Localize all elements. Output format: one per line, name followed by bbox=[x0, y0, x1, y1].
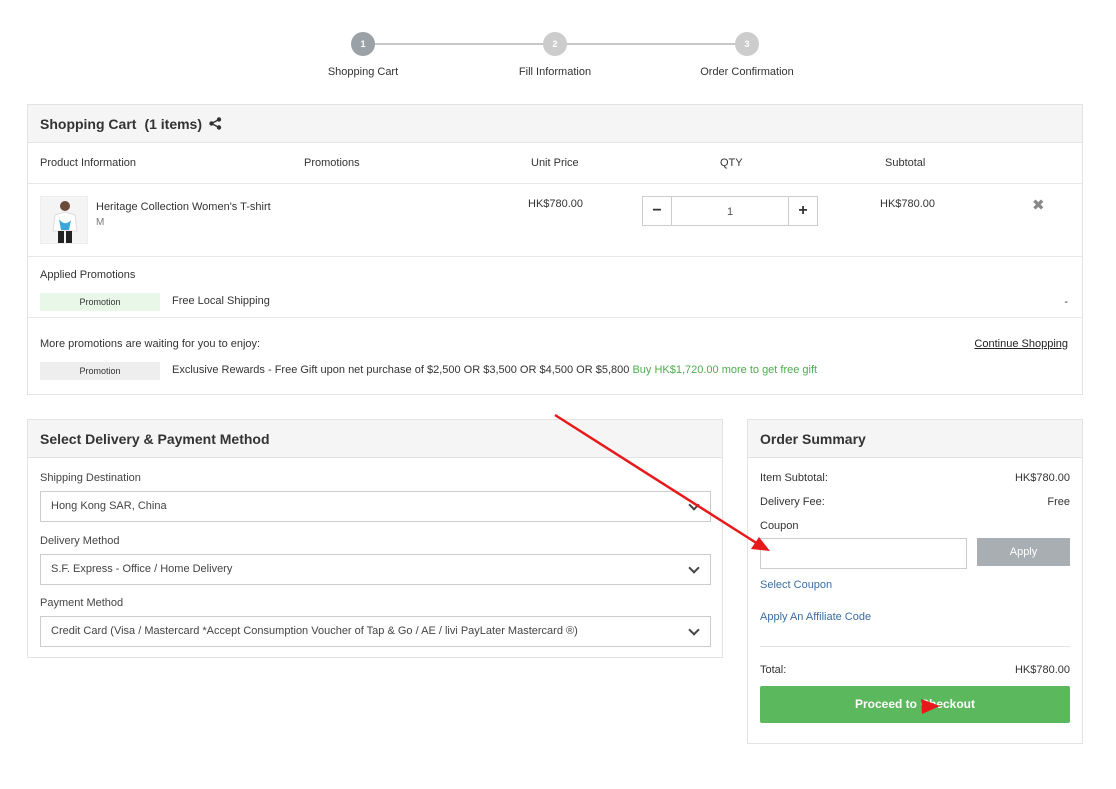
promotion-badge: Promotion bbox=[40, 293, 160, 311]
step-shopping-cart: 1 Shopping Cart bbox=[303, 32, 423, 78]
apply-coupon-button[interactable]: Apply bbox=[977, 538, 1070, 566]
col-promotions: Promotions bbox=[304, 157, 360, 169]
product-image[interactable] bbox=[40, 196, 88, 244]
unit-price: HK$780.00 bbox=[528, 198, 584, 210]
select-coupon-link[interactable]: Select Coupon bbox=[760, 579, 832, 591]
step-number: 1 bbox=[351, 32, 375, 56]
proceed-to-checkout-button[interactable]: Proceed to Checkout bbox=[760, 686, 1070, 723]
coupon-label: Coupon bbox=[760, 520, 799, 532]
payment-method-label: Payment Method bbox=[40, 597, 124, 609]
cart-title: Shopping Cart bbox=[40, 115, 137, 132]
delivery-fee-label: Delivery Fee: bbox=[760, 496, 825, 508]
step-order-confirmation: 3 Order Confirmation bbox=[687, 32, 807, 78]
coupon-label-row: Coupon bbox=[760, 520, 1070, 532]
item-subtotal-label: Item Subtotal: bbox=[760, 472, 828, 484]
delivery-payment-panel: Select Delivery & Payment Method Shippin… bbox=[27, 419, 723, 658]
col-subtotal: Subtotal bbox=[885, 157, 926, 169]
more-promotions-title: More promotions are waiting for you to e… bbox=[40, 338, 261, 350]
chevron-down-icon bbox=[688, 562, 700, 574]
step-number: 3 bbox=[735, 32, 759, 56]
chevron-down-icon bbox=[688, 499, 700, 511]
delivery-fee-row: Delivery Fee: Free bbox=[760, 496, 1070, 508]
total-label: Total: bbox=[760, 664, 787, 676]
continue-shopping-link[interactable]: Continue Shopping bbox=[974, 338, 1068, 350]
more-promotions: More promotions are waiting for you to e… bbox=[28, 318, 1082, 394]
shipping-destination-label: Shipping Destination bbox=[40, 472, 141, 484]
step-fill-information: 2 Fill Information bbox=[495, 32, 615, 78]
product-name[interactable]: Heritage Collection Women's T-shirt bbox=[96, 201, 271, 213]
affiliate-code-link[interactable]: Apply An Affiliate Code bbox=[760, 611, 871, 623]
cart-item-row: Heritage Collection Women's T-shirt M HK… bbox=[28, 184, 1082, 257]
total-row: Total: HK$780.00 bbox=[760, 664, 1070, 676]
payment-method-select[interactable]: Credit Card (Visa / Mastercard *Accept C… bbox=[40, 616, 711, 647]
more-promotion-text: Exclusive Rewards - Free Gift upon net p… bbox=[172, 364, 817, 376]
delivery-method-value: S.F. Express - Office / Home Delivery bbox=[51, 563, 233, 575]
qty-input[interactable]: 1 bbox=[672, 196, 788, 226]
step-label: Shopping Cart bbox=[327, 66, 399, 78]
promotion-badge: Promotion bbox=[40, 362, 160, 380]
free-gift-hint[interactable]: Buy HK$1,720.00 more to get free gift bbox=[632, 364, 817, 376]
delivery-method-label: Delivery Method bbox=[40, 535, 120, 547]
item-subtotal: HK$780.00 bbox=[880, 198, 936, 210]
cart-column-headers: Product Information Promotions Unit Pric… bbox=[28, 143, 1082, 184]
order-summary-header: Order Summary bbox=[748, 420, 1082, 458]
quantity-stepper: − 1 + bbox=[642, 196, 818, 226]
applied-promotions: Applied Promotions Promotion Free Local … bbox=[28, 257, 1082, 318]
shopping-cart-panel: Shopping Cart (1 items) Product Informat… bbox=[27, 104, 1083, 395]
item-subtotal-row: Item Subtotal: HK$780.00 bbox=[760, 472, 1070, 484]
col-qty: QTY bbox=[720, 157, 743, 169]
applied-promotions-title: Applied Promotions bbox=[40, 269, 136, 281]
qty-decrease-button[interactable]: − bbox=[642, 196, 672, 226]
order-summary-panel: Order Summary Item Subtotal: HK$780.00 D… bbox=[747, 419, 1083, 744]
payment-method-value: Credit Card (Visa / Mastercard *Accept C… bbox=[51, 625, 578, 637]
promotion-description: Exclusive Rewards - Free Gift upon net p… bbox=[172, 364, 630, 376]
applied-promotion-value: - bbox=[1064, 296, 1068, 308]
step-label: Fill Information bbox=[518, 66, 592, 78]
delivery-header: Select Delivery & Payment Method bbox=[28, 420, 722, 458]
step-label: Order Confirmation bbox=[700, 66, 794, 78]
coupon-input[interactable] bbox=[760, 538, 967, 569]
shipping-destination-value: Hong Kong SAR, China bbox=[51, 500, 167, 512]
delivery-method-select[interactable]: S.F. Express - Office / Home Delivery bbox=[40, 554, 711, 585]
product-size: M bbox=[96, 217, 105, 228]
cart-header: Shopping Cart (1 items) bbox=[28, 105, 1082, 143]
summary-divider bbox=[760, 646, 1070, 647]
chevron-down-icon bbox=[688, 624, 700, 636]
qty-increase-button[interactable]: + bbox=[788, 196, 818, 226]
applied-promotion-text: Free Local Shipping bbox=[172, 295, 270, 307]
remove-item-icon[interactable]: ✖ bbox=[1032, 196, 1045, 214]
col-product: Product Information bbox=[40, 157, 136, 169]
share-icon[interactable] bbox=[209, 117, 222, 130]
delivery-fee-value: Free bbox=[1047, 496, 1070, 508]
total-value: HK$780.00 bbox=[1014, 664, 1070, 676]
step-number: 2 bbox=[543, 32, 567, 56]
cart-count: (1 items) bbox=[144, 115, 203, 132]
item-subtotal-value: HK$780.00 bbox=[1014, 472, 1070, 484]
checkout-stepper: 1 Shopping Cart 2 Fill Information 3 Ord… bbox=[0, 32, 1116, 92]
col-unit-price: Unit Price bbox=[531, 157, 579, 169]
shipping-destination-select[interactable]: Hong Kong SAR, China bbox=[40, 491, 711, 522]
